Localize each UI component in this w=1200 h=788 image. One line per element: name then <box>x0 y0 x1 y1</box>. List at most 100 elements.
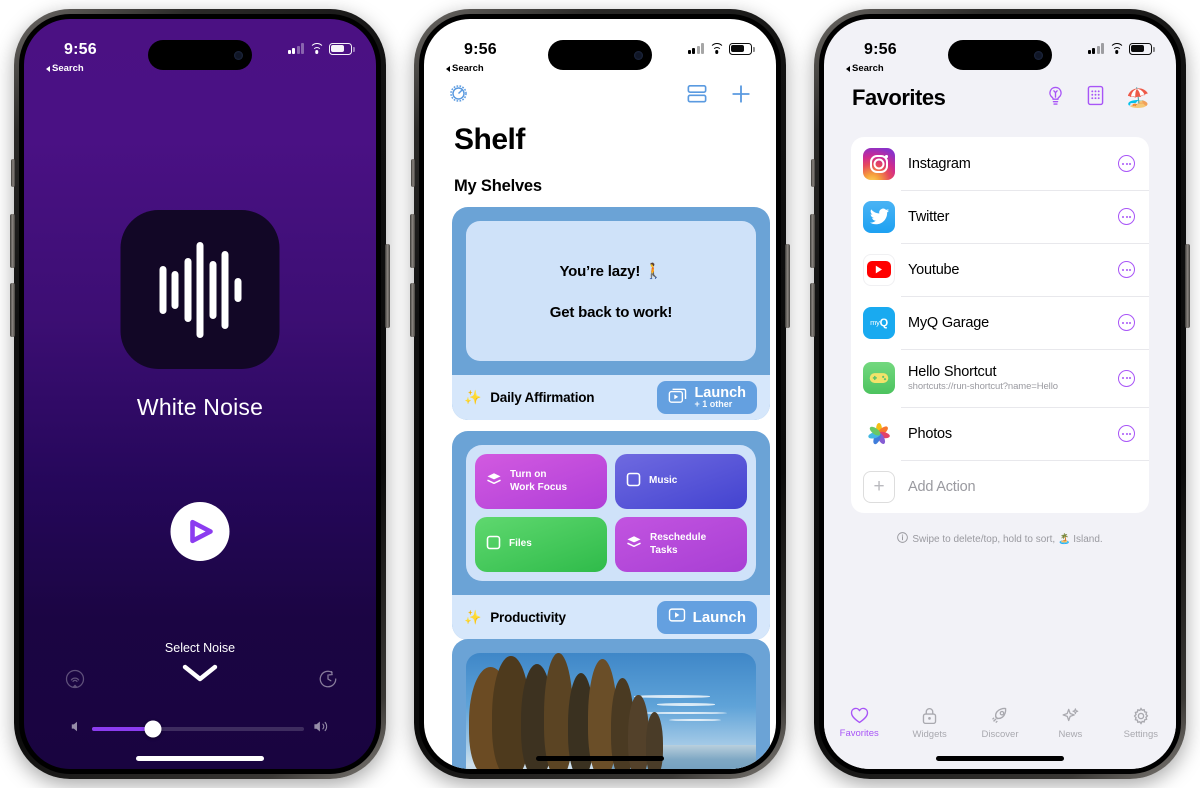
tab-news[interactable]: News <box>1035 707 1105 740</box>
airplay-icon[interactable] <box>65 669 85 694</box>
power-button[interactable] <box>1185 244 1190 328</box>
list-item[interactable]: Instagram <box>851 137 1149 190</box>
shelf-name-row: ✨ Daily Affirmation <box>464 389 595 406</box>
launch-button[interactable]: Launch + 1 other <box>657 381 757 414</box>
volume-slider-thumb[interactable] <box>144 720 162 738</box>
wifi-icon <box>309 43 324 54</box>
tile-reschedule-tasks[interactable]: Reschedule Tasks <box>615 517 747 572</box>
section-header: My Shelves <box>454 177 542 195</box>
rocket-icon <box>992 707 1007 724</box>
tab-discover[interactable]: Discover <box>965 707 1035 740</box>
dynamic-island <box>948 40 1052 70</box>
list-item[interactable]: Hello Shortcut shortcuts://run-shortcut?… <box>851 349 1149 407</box>
list-item[interactable]: Photos <box>851 407 1149 460</box>
volume-up-button[interactable] <box>810 214 815 268</box>
back-to-search-link[interactable]: Search <box>46 63 84 74</box>
more-ellipsis-icon[interactable] <box>1118 314 1135 331</box>
back-to-search-link[interactable]: Search <box>446 63 484 74</box>
launch-sublabel: + 1 other <box>694 399 733 410</box>
status-indicators <box>1087 43 1155 55</box>
wifi-icon <box>1109 43 1124 54</box>
launch-label-group: Launch + 1 other <box>694 385 746 410</box>
volume-up-button[interactable] <box>10 214 15 268</box>
youtube-icon <box>863 253 895 286</box>
page-title: White Noise <box>136 394 264 420</box>
battery-icon <box>1129 43 1155 55</box>
tab-favorites[interactable]: Favorites <box>824 707 894 739</box>
more-ellipsis-icon[interactable] <box>1118 425 1135 442</box>
tile-music[interactable]: Music <box>615 454 747 509</box>
home-indicator[interactable] <box>536 756 664 761</box>
sleep-timer-icon[interactable] <box>318 669 338 694</box>
power-button[interactable] <box>385 244 390 328</box>
list-item[interactable]: Twitter <box>851 190 1149 243</box>
shelf-card-daily-affirmation[interactable]: You’re lazy! 🚶 Get back to work! ✨ Daily… <box>452 207 770 420</box>
home-indicator[interactable] <box>136 756 264 761</box>
shelf-toolbar <box>424 79 776 113</box>
gear-compass-icon[interactable] <box>448 83 469 109</box>
keypad-icon[interactable] <box>1087 85 1104 111</box>
wifi-icon <box>709 43 724 54</box>
affirmation-line-1: You’re lazy! 🚶 <box>559 262 663 280</box>
home-indicator[interactable] <box>936 756 1064 761</box>
play-button[interactable] <box>170 502 230 561</box>
tab-label: Widgets <box>912 729 947 740</box>
tab-widgets[interactable]: Widgets <box>894 707 964 740</box>
play-icon <box>190 519 213 544</box>
tile-label: Files <box>509 538 532 550</box>
more-ellipsis-icon[interactable] <box>1118 261 1135 278</box>
volume-up-button[interactable] <box>410 214 415 268</box>
page-title: Shelf <box>454 123 525 156</box>
audio-waveform-icon <box>159 235 241 345</box>
stacked-rows-icon[interactable] <box>686 84 708 109</box>
volume-down-button[interactable] <box>810 283 815 337</box>
plus-icon: + <box>863 470 895 503</box>
mute-switch[interactable] <box>811 159 815 187</box>
volume-slider-track[interactable] <box>92 720 304 738</box>
power-button[interactable] <box>785 244 790 328</box>
phone-bezel: 9:56 Search <box>419 14 781 774</box>
square-icon <box>486 535 501 554</box>
white-noise-screen: 9:56 Search White Noise Select Noise <box>24 19 376 769</box>
list-item-name: Hello Shortcut <box>908 364 997 380</box>
volume-down-button[interactable] <box>10 283 15 337</box>
productivity-grid-widget: Turn on Work Focus Music Files Reschedul… <box>466 445 756 581</box>
add-action-row[interactable]: + Add Action <box>851 460 1149 513</box>
launch-button[interactable]: Launch <box>656 601 757 634</box>
tile-label: Turn on Work Focus <box>510 469 568 493</box>
more-ellipsis-icon[interactable] <box>1118 155 1135 172</box>
list-item-text: Photos <box>908 426 1118 442</box>
mute-switch[interactable] <box>11 159 15 187</box>
chevron-down-icon[interactable] <box>181 663 219 688</box>
tile-work-focus[interactable]: Turn on Work Focus <box>475 454 607 509</box>
plus-icon[interactable] <box>730 83 752 110</box>
tile-files[interactable]: Files <box>475 517 607 572</box>
lightbulb-icon[interactable] <box>1046 86 1065 111</box>
volume-slider-row[interactable] <box>70 719 332 739</box>
tab-label: Settings <box>1123 729 1158 740</box>
three-phone-mockup-stage: 9:56 Search White Noise Select Noise 9:5… <box>0 0 1200 788</box>
back-to-search-link[interactable]: Search <box>846 63 884 74</box>
more-ellipsis-icon[interactable] <box>1118 369 1135 387</box>
tab-settings[interactable]: Settings <box>1106 707 1176 740</box>
list-item[interactable]: Youtube <box>851 243 1149 296</box>
shelf-card-photo[interactable] <box>452 639 770 769</box>
volume-down-button[interactable] <box>410 283 415 337</box>
cellular-signal-icon <box>687 43 704 55</box>
list-item[interactable]: my Q MyQ Garage <box>851 296 1149 349</box>
status-indicators <box>287 43 355 55</box>
list-item-name: Youtube <box>908 261 960 278</box>
back-triangle-icon <box>46 65 50 72</box>
tile-label: Reschedule Tasks <box>650 532 707 556</box>
shelf-preview: You’re lazy! 🚶 Get back to work! <box>452 207 770 375</box>
myq-icon: my Q <box>863 306 895 339</box>
cellular-signal-icon <box>1087 43 1104 55</box>
mute-switch[interactable] <box>411 159 415 187</box>
more-ellipsis-icon[interactable] <box>1118 208 1135 225</box>
shelf-footer: ✨ Daily Affirmation Launch + 1 other <box>452 375 770 420</box>
tab-label: Discover <box>981 729 1019 740</box>
beach-umbrella-icon[interactable]: 🏖️ <box>1126 89 1150 108</box>
shelf-card-productivity[interactable]: Turn on Work Focus Music Files Reschedul… <box>452 431 770 640</box>
favorites-list: Instagram Twitter Youtube my Q MyQ Garag… <box>851 137 1149 513</box>
stack-icon <box>486 472 502 491</box>
